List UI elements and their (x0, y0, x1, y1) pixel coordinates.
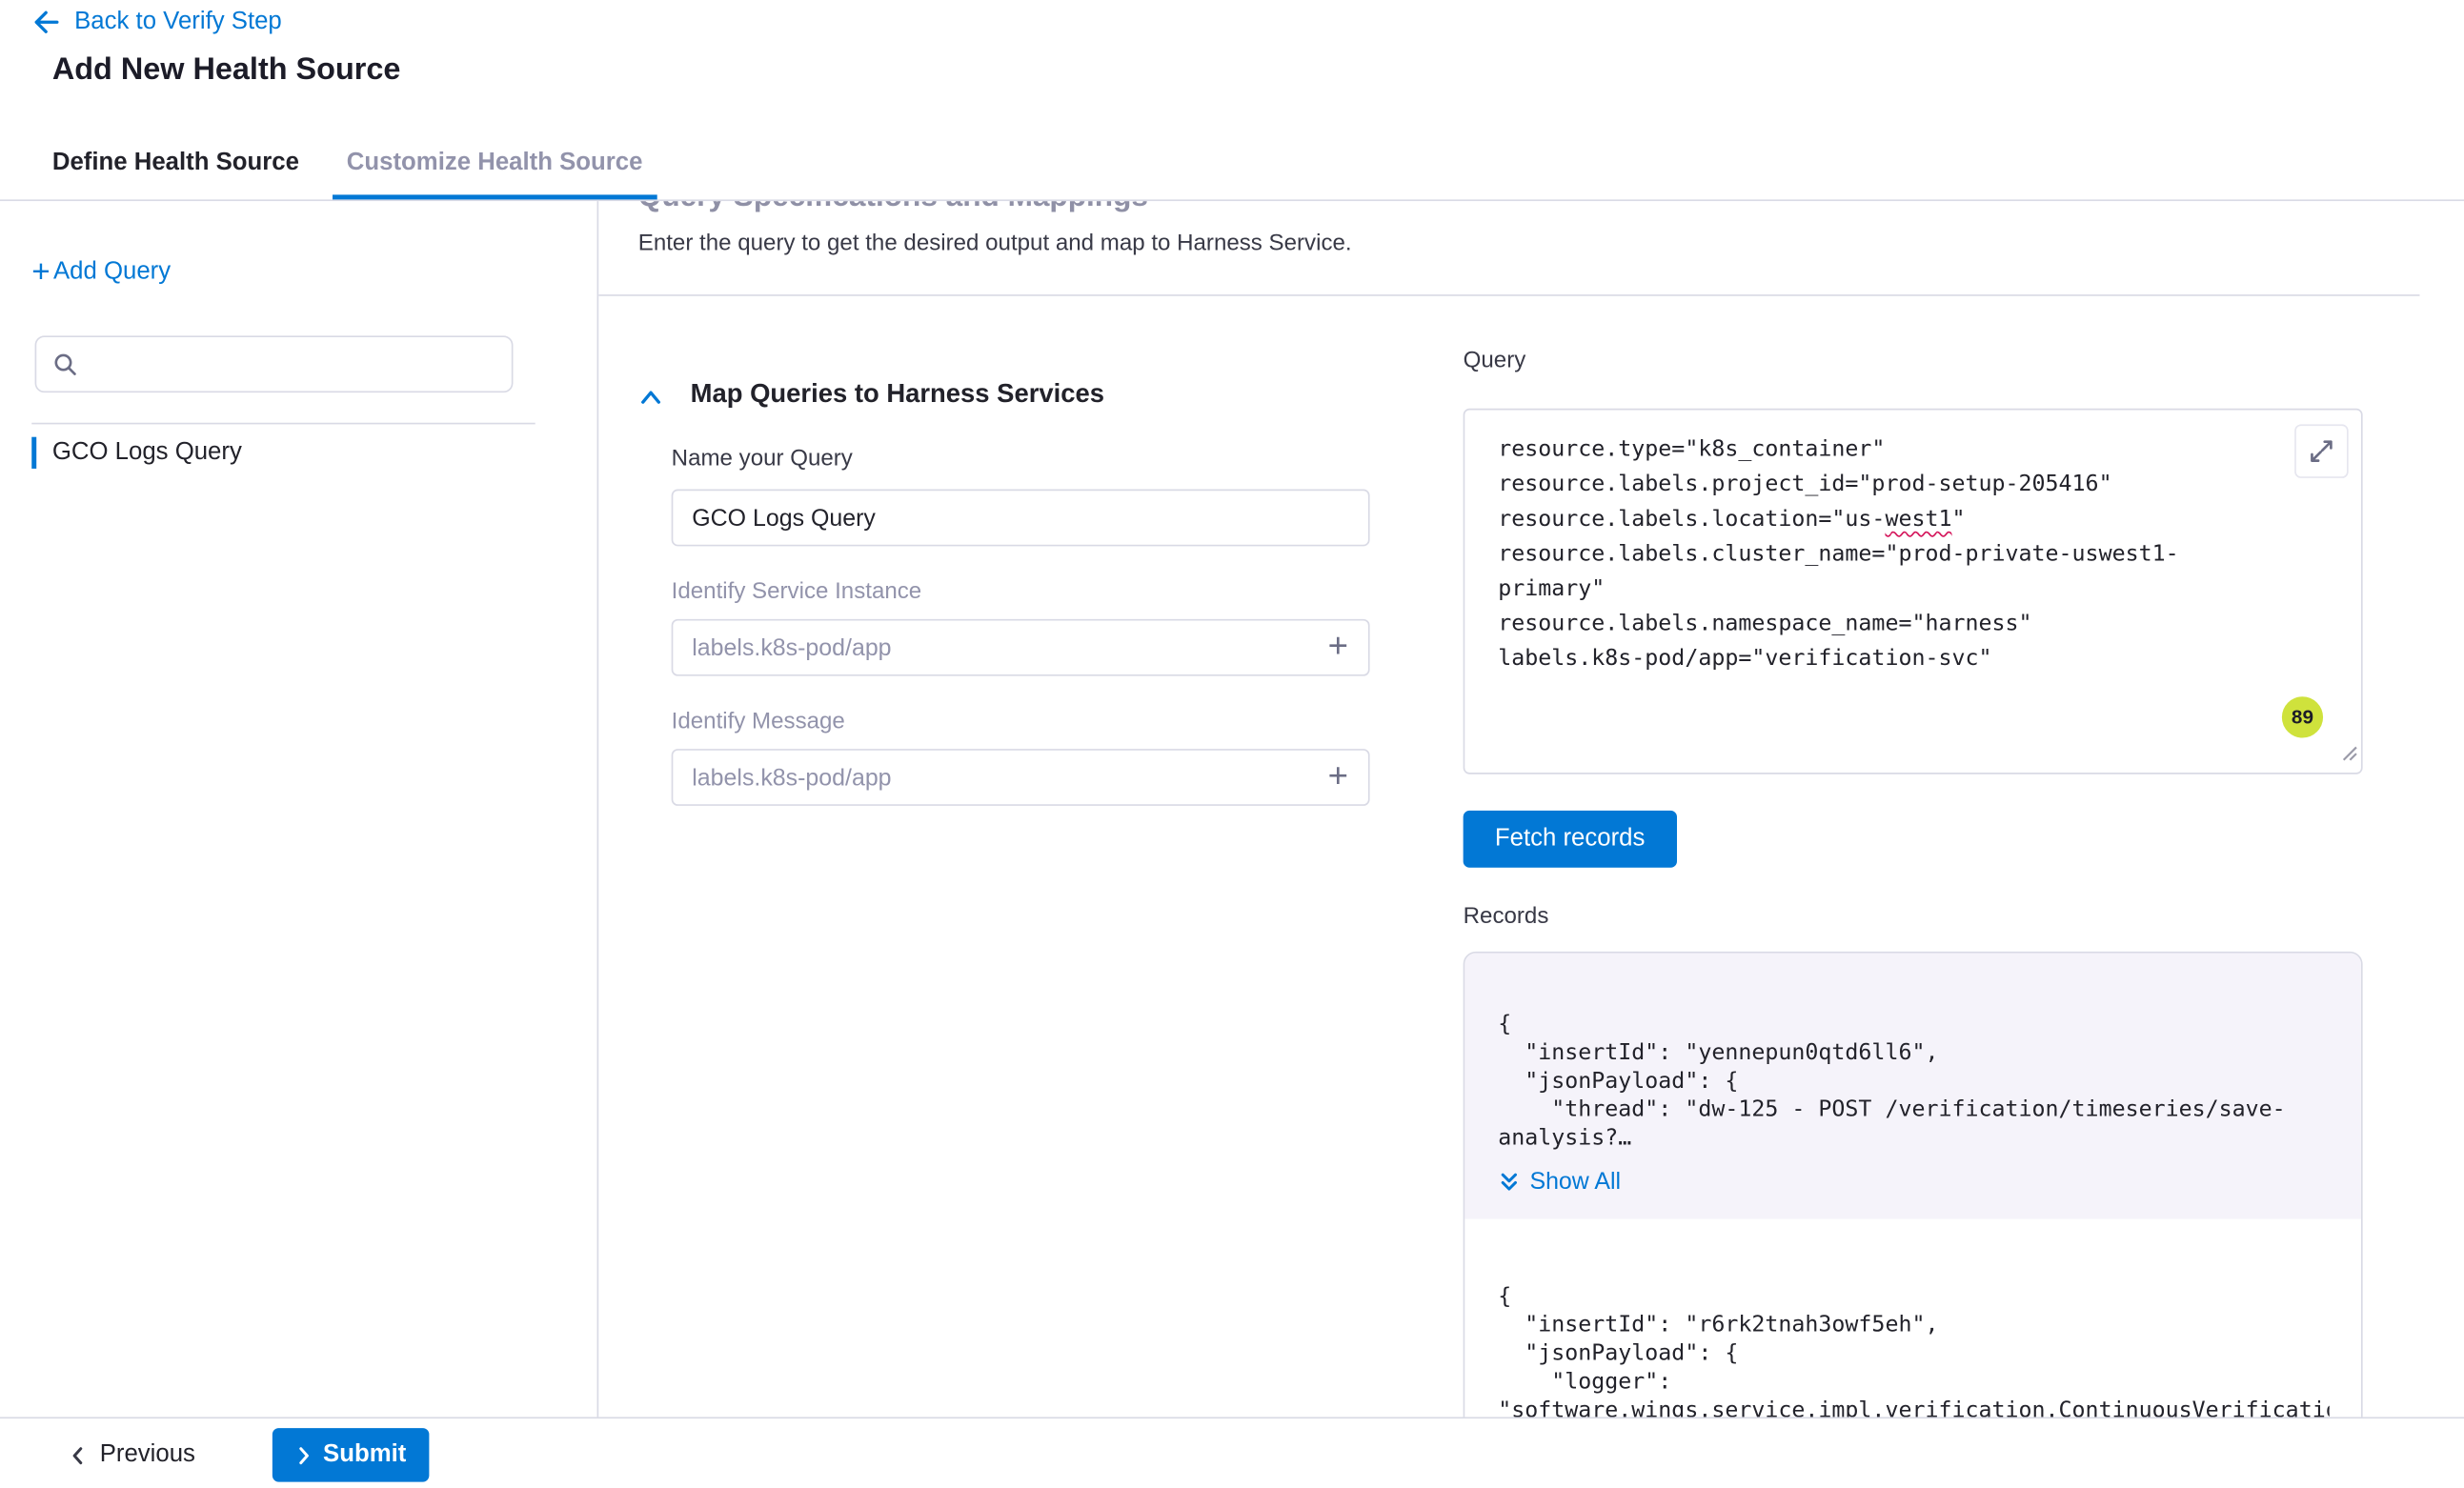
double-chevron-down-icon (1498, 1170, 1520, 1194)
fetch-records-button[interactable]: Fetch records (1464, 811, 1677, 868)
query-search-input[interactable] (35, 335, 514, 392)
submit-label: Submit (323, 1440, 406, 1469)
query-editor[interactable]: resource.type="k8s_container" resource.l… (1464, 409, 2363, 774)
expand-query-button[interactable] (2294, 424, 2349, 478)
section-title: Query Specifications and Mappings (638, 201, 1148, 215)
back-arrow-icon (31, 8, 60, 36)
sidebar-item-gco-logs-query[interactable]: GCO Logs Query (31, 437, 242, 469)
query-name-input[interactable] (672, 490, 1370, 547)
character-count-badge: 89 (2282, 696, 2323, 737)
section-subtitle: Enter the query to get the desired outpu… (638, 231, 1352, 257)
back-link-label: Back to Verify Step (74, 8, 282, 36)
records-panel: { "insertId": "yennepun0qtd6ll6", "jsonP… (1464, 952, 2363, 1418)
tab-define-health-source[interactable]: Define Health Source (38, 127, 313, 199)
identify-message-input[interactable] (672, 749, 1370, 806)
show-all-link[interactable]: Show All (1498, 1169, 2330, 1196)
query-item-label: GCO Logs Query (52, 438, 242, 467)
query-text-part: resource.type="k8s_container" resource.l… (1498, 437, 2111, 533)
add-service-instance-button[interactable]: + (1319, 619, 1357, 676)
section-divider (598, 294, 2419, 296)
previous-button[interactable]: Previous (68, 1430, 194, 1480)
sidebar-divider (31, 423, 535, 425)
chevron-up-icon[interactable] (638, 387, 664, 417)
submit-button[interactable]: Submit (273, 1428, 429, 1482)
selected-indicator (31, 437, 36, 469)
tab-customize-health-source[interactable]: Customize Health Source (333, 127, 657, 199)
search-icon (52, 351, 79, 377)
add-health-source-page: Back to Verify Step Add New Health Sourc… (0, 0, 2464, 1488)
show-all-label: Show All (1529, 1169, 1621, 1196)
add-query-label: Add Query (53, 258, 171, 287)
map-queries-heading: Map Queries to Harness Services (691, 380, 1104, 411)
add-message-button[interactable]: + (1319, 749, 1357, 806)
query-label: Query (1464, 349, 1526, 374)
record-item: { "insertId": "r6rk2tnah3owf5eh", "jsonP… (1464, 1219, 2361, 1418)
footer-bar: Previous Submit (0, 1417, 2464, 1488)
plus-icon: + (31, 258, 50, 287)
name-query-label: Name your Query (672, 447, 853, 473)
back-link[interactable]: Back to Verify Step (31, 8, 282, 36)
record-json: { "insertId": "r6rk2tnah3owf5eh", "jsonP… (1498, 1282, 2330, 1417)
chevron-right-icon (294, 1443, 313, 1467)
chevron-left-icon (68, 1443, 87, 1467)
add-query-button[interactable]: + Add Query (31, 258, 171, 287)
record-json: { "insertId": "yennepun0qtd6ll6", "jsonP… (1498, 1010, 2330, 1153)
resize-handle[interactable] (2339, 741, 2358, 770)
query-sidebar: + Add Query GCO Logs Query (0, 201, 598, 1417)
tab-bar: Define Health Source Customize Health So… (0, 127, 2464, 201)
service-instance-input[interactable] (672, 619, 1370, 676)
content-area: + Add Query GCO Logs Query Query Specifi… (0, 201, 2464, 1417)
query-misspelled-word: west1 (1885, 507, 1951, 533)
main-panel: Query Specifications and Mappings Enter … (598, 201, 2464, 1417)
page-title: Add New Health Source (52, 52, 401, 89)
query-text[interactable]: resource.type="k8s_container" resource.l… (1464, 410, 2361, 773)
previous-label: Previous (100, 1440, 195, 1469)
identify-message-label: Identify Message (672, 710, 845, 735)
service-instance-label: Identify Service Instance (672, 579, 922, 605)
records-label: Records (1464, 904, 1549, 930)
record-item: { "insertId": "yennepun0qtd6ll6", "jsonP… (1464, 953, 2361, 1218)
expand-icon (2307, 437, 2335, 466)
